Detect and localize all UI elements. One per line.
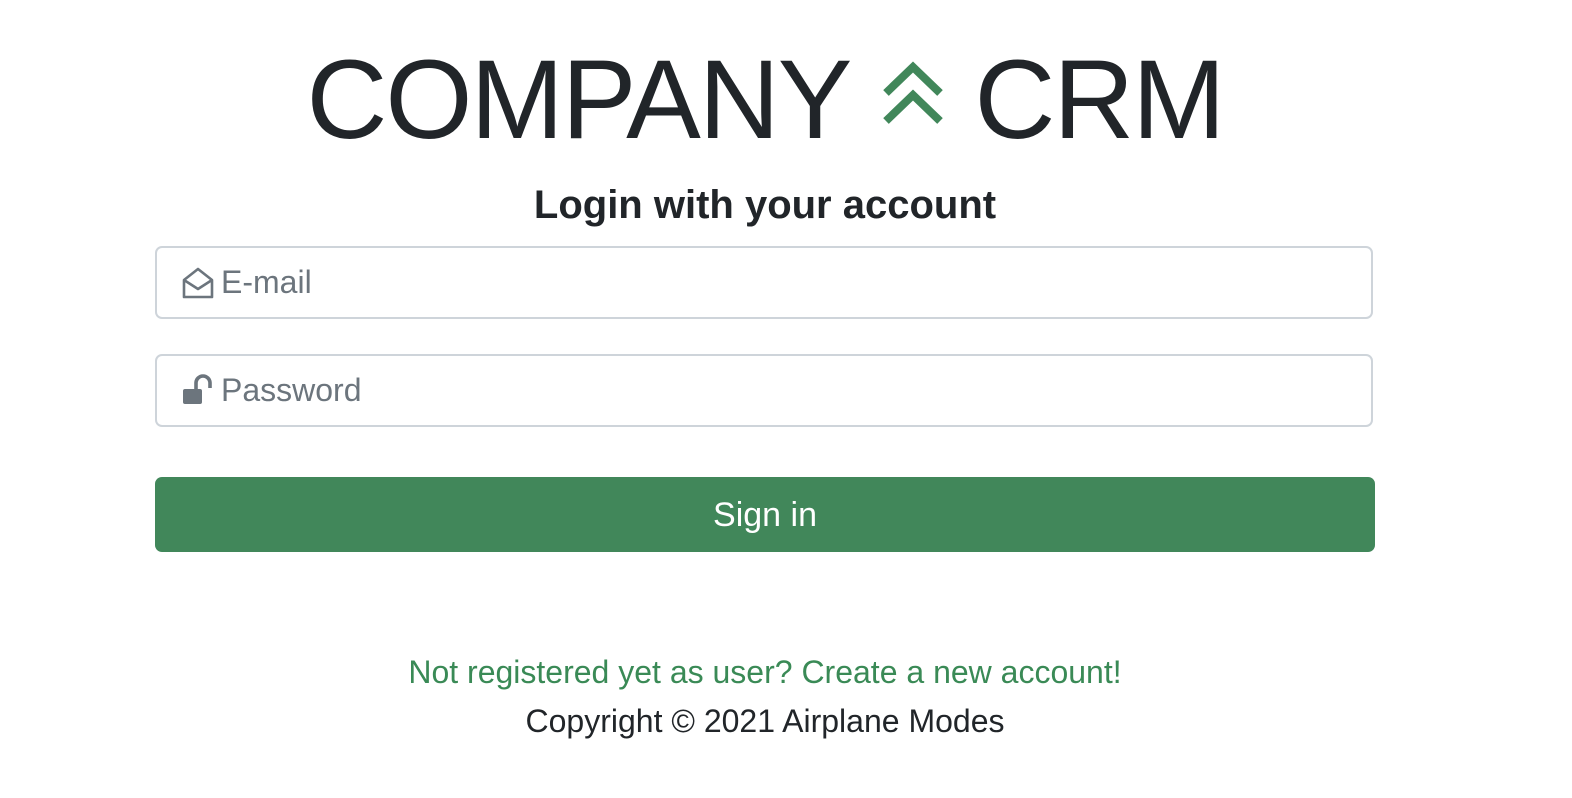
copyright-text: Copyright © 2021 Airplane Modes bbox=[525, 703, 1005, 739]
envelope-open-icon bbox=[181, 266, 215, 300]
password-input[interactable] bbox=[221, 360, 1321, 421]
login-title: Login with your account bbox=[533, 183, 997, 227]
email-field[interactable] bbox=[155, 246, 1373, 319]
password-field[interactable] bbox=[155, 354, 1373, 427]
sign-in-button[interactable]: Sign in bbox=[155, 477, 1375, 552]
login-page: COMPANY CRM Login with your account S bbox=[0, 0, 1572, 798]
company-logo: COMPANY CRM bbox=[0, 44, 1530, 156]
create-account-link[interactable]: Not registered yet as user? Create a new… bbox=[0, 652, 1530, 692]
unlock-icon bbox=[181, 373, 215, 408]
logo-crm-text: CRM bbox=[974, 37, 1225, 162]
logo-company-text: COMPANY bbox=[306, 37, 852, 162]
double-chevron-up-icon bbox=[880, 59, 946, 129]
email-input[interactable] bbox=[221, 252, 1321, 313]
